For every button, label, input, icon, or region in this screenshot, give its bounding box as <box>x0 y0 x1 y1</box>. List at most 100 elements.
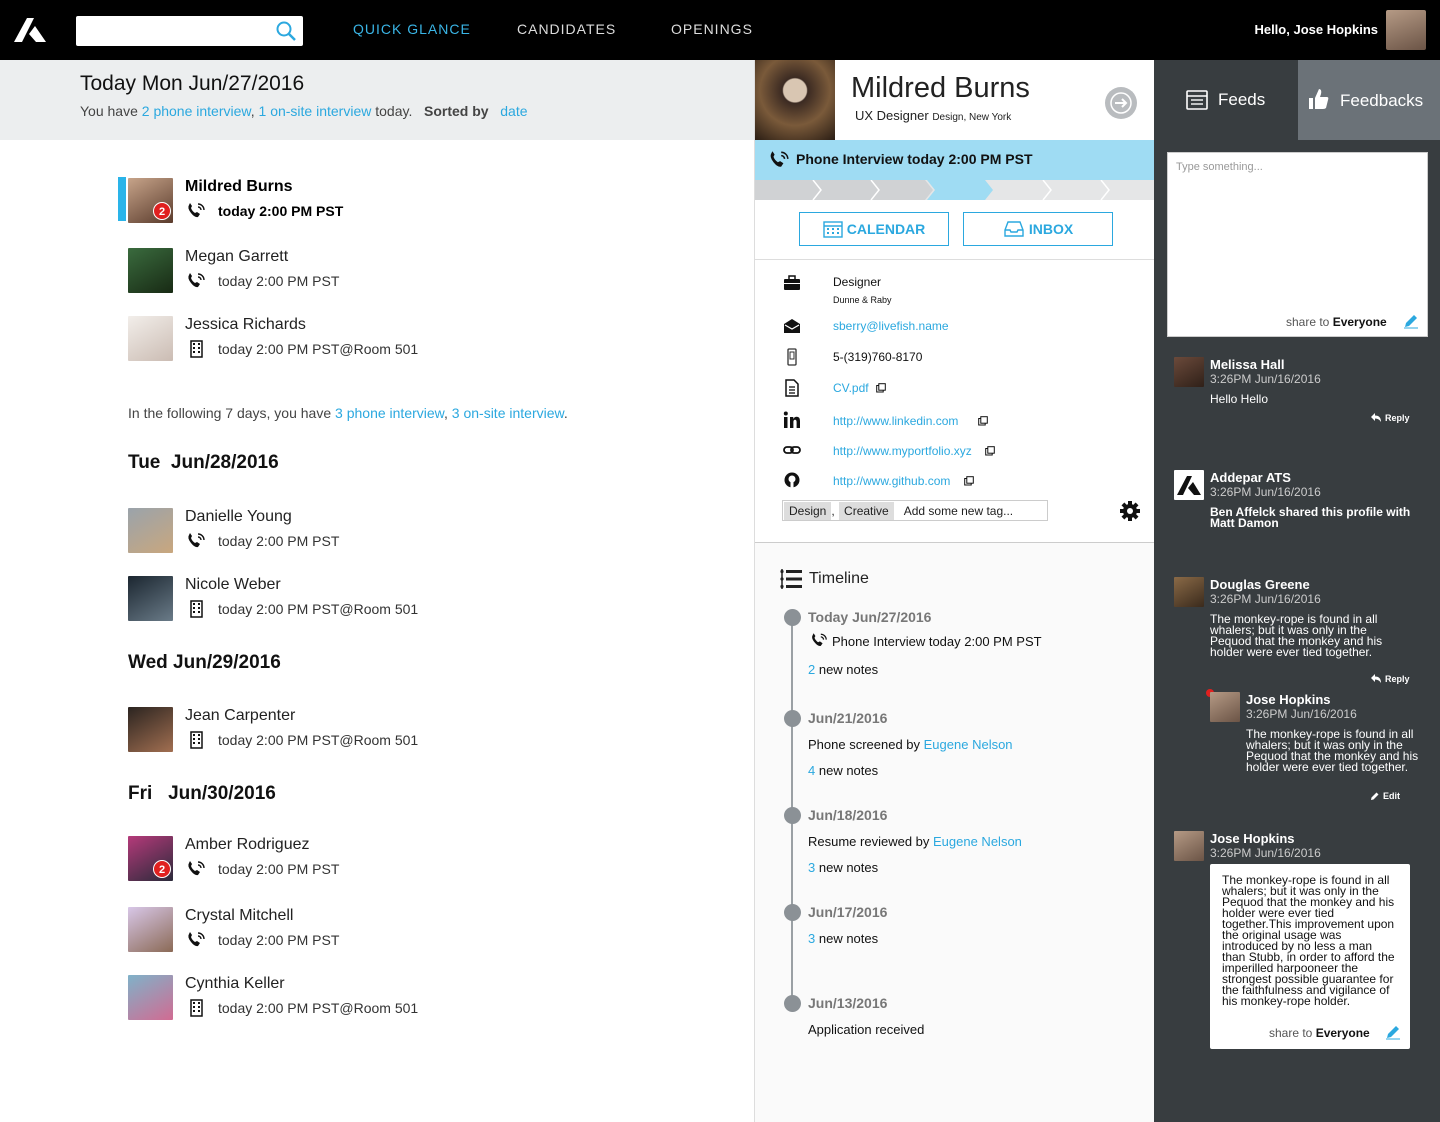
linkedin-url[interactable]: http://www.linkedin.com <box>833 414 958 428</box>
external-link-icon[interactable] <box>985 446 995 456</box>
feed-text: The monkey-rope is found in all whalers;… <box>1210 612 1383 659</box>
notes-count[interactable]: 4 <box>808 763 815 778</box>
interview-time: today 2:00 PM PST <box>218 533 340 549</box>
reply-button[interactable]: Reply <box>1370 413 1410 423</box>
phone-interview-link[interactable]: 3 phone interview <box>335 405 444 421</box>
addepar-logo[interactable] <box>12 14 48 44</box>
candidate-name[interactable]: Megan Garrett <box>185 248 288 266</box>
candidate-row[interactable]: Crystal Mitchell today 2:00 PM PST <box>128 907 628 957</box>
pencil-icon[interactable] <box>1403 313 1419 329</box>
reply-label[interactable]: Reply <box>1385 413 1410 423</box>
nav-quick-glance[interactable]: QUICK GLANCE <box>353 21 471 37</box>
portfolio-url[interactable]: http://www.myportfolio.xyz <box>833 444 972 458</box>
notes-count[interactable]: 3 <box>808 860 815 875</box>
candidate-row[interactable]: 2 Mildred Burns today 2:00 PM PST <box>128 178 628 228</box>
timeline-notes[interactable]: 2 new notes <box>808 662 878 677</box>
phone-number: 5-(319)760-8170 <box>833 350 923 364</box>
candidate-row[interactable]: Jessica Richards today 2:00 PM PST@Room … <box>128 316 628 366</box>
calendar-button[interactable]: CALENDAR <box>799 212 949 246</box>
onsite-interview-link[interactable]: 3 on-site interview <box>452 405 564 421</box>
feed-edit-card[interactable]: The monkey-rope is found in all whalers;… <box>1210 864 1410 1049</box>
candidate-row[interactable]: Nicole Weber today 2:00 PM PST@Room 501 <box>128 576 628 626</box>
gear-icon[interactable] <box>1119 500 1141 522</box>
github-link[interactable]: http://www.github.com <box>833 474 974 488</box>
feed-author[interactable]: Douglas Greene <box>1210 577 1310 592</box>
portfolio-link[interactable]: http://www.myportfolio.xyz <box>833 444 995 458</box>
candidate-row[interactable]: Jean Carpenter today 2:00 PM PST@Room 50… <box>128 707 628 757</box>
candidate-name[interactable]: Nicole Weber <box>185 576 281 594</box>
edit-label[interactable]: Edit <box>1383 791 1400 801</box>
tag-design[interactable]: Design <box>784 502 832 520</box>
tag-creative[interactable]: Creative <box>839 502 894 520</box>
candidate-name[interactable]: Jean Carpenter <box>185 707 295 725</box>
cv-link[interactable]: CV.pdf <box>833 381 886 395</box>
email-link[interactable]: sberry@livefish.name <box>833 319 949 333</box>
candidate-row[interactable]: 2 Amber Rodriguez today 2:00 PM PST <box>128 836 628 886</box>
inbox-button[interactable]: INBOX <box>963 212 1113 246</box>
interview-time: today 2:00 PM PST <box>218 932 340 948</box>
candidate-row[interactable]: Danielle Young today 2:00 PM PST <box>128 508 628 558</box>
search-box[interactable] <box>76 16 303 46</box>
feed-author[interactable]: Jose Hopkins <box>1246 692 1331 707</box>
tags-input[interactable]: Design, Creative Add some new tag... <box>782 500 1048 521</box>
feed-compose-box[interactable]: Type something... share to Everyone <box>1167 152 1428 337</box>
external-link-icon[interactable] <box>977 416 988 426</box>
share-audience[interactable]: Everyone <box>1333 315 1387 329</box>
timeline-notes[interactable]: 4 new notes <box>808 763 878 778</box>
tag-placeholder[interactable]: Add some new tag... <box>904 504 1013 518</box>
github-url[interactable]: http://www.github.com <box>833 474 950 488</box>
timeline-notes[interactable]: 3 new notes <box>808 931 878 946</box>
search-icon[interactable] <box>275 20 297 42</box>
person-link[interactable]: Eugene Nelson <box>933 834 1022 849</box>
edit-button[interactable]: Edit <box>1370 791 1400 801</box>
candidate-name[interactable]: Amber Rodriguez <box>185 836 310 854</box>
avatar <box>128 248 173 293</box>
feed-time: 3:26PM Jun/16/2016 <box>1210 846 1321 860</box>
tab-feedbacks-label[interactable]: Feedbacks <box>1340 91 1423 111</box>
job-title: UX Designer <box>855 108 929 123</box>
summary-text: You have <box>80 103 142 119</box>
tab-feedbacks[interactable]: Feedbacks <box>1298 60 1440 140</box>
next-candidate-button[interactable] <box>1105 87 1137 119</box>
candidate-name[interactable]: Mildred Burns <box>185 178 293 196</box>
external-link-icon[interactable] <box>876 383 886 393</box>
share-setting[interactable]: share to Everyone <box>1286 315 1387 329</box>
candidate-name[interactable]: Jessica Richards <box>185 316 306 334</box>
timeline-dot <box>784 995 801 1012</box>
reply-label[interactable]: Reply <box>1385 674 1410 684</box>
feed-text[interactable]: The monkey-rope is found in all whalers;… <box>1222 874 1398 1007</box>
share-audience[interactable]: Everyone <box>1316 1026 1370 1040</box>
phone-interview-link[interactable]: 2 phone interview <box>142 103 251 119</box>
cv-filename[interactable]: CV.pdf <box>833 381 869 395</box>
sort-date-link[interactable]: date <box>500 103 527 119</box>
tab-feeds-label[interactable]: Feeds <box>1218 90 1265 110</box>
nav-openings[interactable]: OPENINGS <box>671 21 753 37</box>
candidate-row[interactable]: Cynthia Keller today 2:00 PM PST@Room 50… <box>128 975 628 1025</box>
candidate-row[interactable]: Megan Garrett today 2:00 PM PST <box>128 248 628 298</box>
nav-candidates[interactable]: CANDIDATES <box>517 21 616 37</box>
notes-label: new notes <box>818 860 879 875</box>
linkedin-link[interactable]: http://www.linkedin.com <box>833 414 988 428</box>
reply-button[interactable]: Reply <box>1370 674 1410 684</box>
feed-author[interactable]: Addepar ATS <box>1210 470 1291 485</box>
share-setting[interactable]: share to Everyone <box>1269 1026 1370 1040</box>
interview-status-bar: Phone Interview today 2:00 PM PST <box>755 140 1155 180</box>
user-avatar[interactable] <box>1386 10 1426 50</box>
timeline-notes[interactable]: 3 new notes <box>808 860 878 875</box>
candidate-name[interactable]: Crystal Mitchell <box>185 907 293 925</box>
compose-placeholder[interactable]: Type something... <box>1176 161 1263 173</box>
feed-author[interactable]: Melissa Hall <box>1210 357 1284 372</box>
person-link[interactable]: Eugene Nelson <box>924 737 1013 752</box>
candidate-name[interactable]: Cynthia Keller <box>185 975 285 993</box>
linkedin-icon <box>783 411 800 428</box>
tab-feeds[interactable]: Feeds <box>1154 60 1298 140</box>
candidate-name[interactable]: Danielle Young <box>185 508 292 526</box>
pencil-icon[interactable] <box>1385 1024 1401 1040</box>
external-link-icon[interactable] <box>963 476 974 486</box>
timeline-event: Resume reviewed by Eugene Nelson <box>808 834 1022 849</box>
timeline-dot <box>784 807 801 824</box>
feed-author[interactable]: Jose Hopkins <box>1210 831 1295 846</box>
notes-count[interactable]: 3 <box>808 931 815 946</box>
inbox-icon <box>1004 221 1024 237</box>
onsite-interview-link[interactable]: 1 on-site interview <box>259 103 372 119</box>
